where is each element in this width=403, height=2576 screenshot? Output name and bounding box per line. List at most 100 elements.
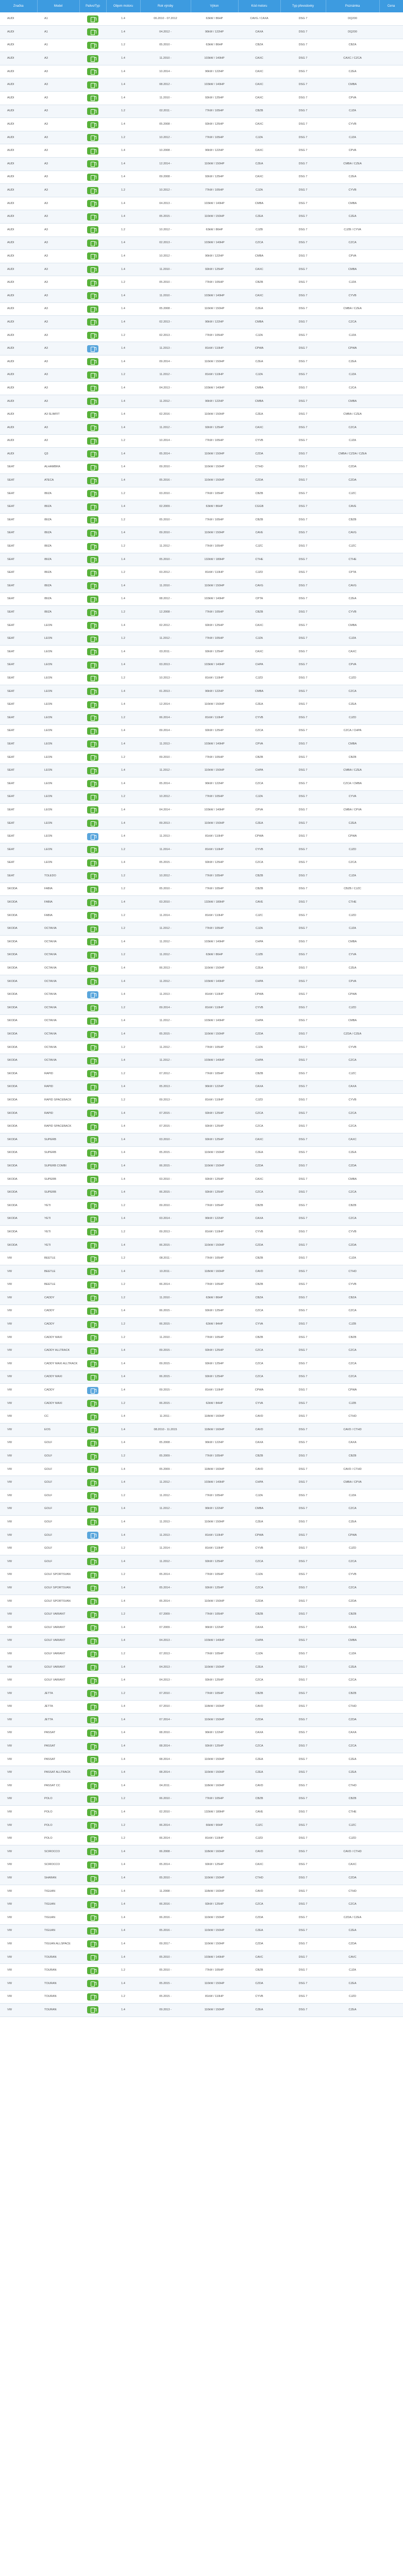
table-cell: CPTA [348,571,357,574]
table-cell: DSG 7 [298,1085,308,1089]
table-row: AUDI A3 1.4 05.2008 -92kW / 125HP CAXC DSG 7C… [0,118,403,131]
column-header[interactable]: Značka [0,0,38,12]
table-row: VW POLO 1.4 02.2010 -132kW / 180HP CAVE DSG 7… [0,1806,403,1819]
table-cell: 90kW / 122HP [205,1625,224,1629]
column-header[interactable]: Model [37,0,80,12]
table-cell: CJZA [349,439,356,443]
table-cell: 90kW / 122HP [205,399,224,403]
table-cell: 81kW / 110HP [205,835,224,838]
model-cell: A3 [44,320,48,324]
table-cell: CJZA [349,1969,356,1972]
table-cell: 10.2012 - [159,135,172,139]
fuel-pump-icon [87,1901,98,1908]
table-cell: CJZA [349,874,356,877]
table-row: SEAT ALHAMBRA 1.4 09.2010 -110kW / 150HP CTH… [0,461,403,474]
table-cell: DSG 7 [298,861,308,865]
column-header[interactable]: Poznámka [326,0,380,12]
table-cell: CZDA [348,1942,357,1945]
model-cell: POLO [44,1823,53,1827]
table-cell [379,856,403,870]
table-cell [379,592,403,606]
table-cell: 92kW / 125HP [205,175,224,179]
table-cell [379,1410,403,1423]
table-cell: CAXC [255,623,263,627]
table-cell: CAVG / CAXA [250,17,268,21]
column-header[interactable]: Cena [379,0,403,12]
brand-cell: VW [7,1573,12,1577]
table-cell [379,1080,403,1094]
table-cell [379,1014,403,1028]
table-cell: DSG 7 [298,755,308,759]
table-cell: 63kW / 86HP [206,17,223,21]
fuel-pump-icon [87,951,98,959]
table-cell: CAVD / CTHD [343,1850,362,1853]
fuel-pump-icon [87,556,98,564]
table-cell: CZEA [348,1771,357,1774]
table-cell: 90kW / 122HP [205,1085,224,1089]
table-cell: DSG 7 [298,1573,308,1577]
model-cell: IBIZA [44,571,52,574]
model-cell: GOLF VARIANT [44,1665,65,1669]
fuel-pump-icon [87,1176,98,1183]
table-cell [379,1304,403,1318]
table-cell: CJZA [349,333,356,337]
table-cell [379,1120,403,1133]
table-cell: 1.4 [121,689,125,693]
column-header[interactable]: Rok výroby [140,0,191,12]
table-cell [379,632,403,646]
table-cell: 07.2012 - [159,1072,172,1075]
model-cell: A3 [44,254,48,258]
table-cell [379,962,403,975]
table-cell [379,580,403,593]
table-cell: DSG 7 [298,307,308,311]
table-cell [379,1898,403,1911]
cng-fuel-icon [87,1386,98,1394]
table-cell: CYVB [348,1230,357,1233]
brand-cell: SEAT [7,689,15,693]
column-header[interactable]: Palivo/Typ [79,0,107,12]
table-cell: CBZB [255,1969,263,1972]
brand-cell: SKODA [7,887,18,891]
column-header[interactable]: Objem motoru [106,0,141,12]
table-cell: CYVB [255,1006,263,1009]
brand-cell: SKODA [7,1177,18,1181]
fuel-pump-icon [87,1373,98,1381]
table-cell: 1.4 [121,993,125,996]
model-cell: TOURAN [44,1981,57,1985]
table-cell: 01.2013 - [159,689,172,693]
model-cell: OCTAVIA [44,979,57,983]
table-cell: CZEA [348,1929,357,1933]
table-cell: CPWA [255,835,264,838]
table-cell: 110kW / 150HP [204,769,225,772]
fuel-pump-icon [87,1360,98,1368]
fuel-type-cell [79,1252,106,1265]
table-cell: CMBA [255,201,264,205]
table-cell: CAXC [255,123,263,126]
table-cell: 08.2010 - [159,1731,172,1735]
table-cell: 1.4 [121,1019,125,1023]
model-cell: A3 [44,201,48,205]
table-cell: CAXC [255,149,263,152]
table-cell: 90kW / 122HP [205,689,224,693]
column-header[interactable]: Kód motoru [238,0,281,12]
table-cell: 92kW / 125HP [205,1125,224,1128]
table-cell: 1.4 [121,399,125,403]
table-cell: 08.2011 - [159,1257,172,1260]
fuel-type-cell [79,1674,106,1687]
table-cell: 1.4 [121,769,125,772]
fuel-type-cell [79,646,106,659]
model-cell: TOURAN [44,2008,57,2011]
table-cell: CAXC [255,1177,263,1181]
table-cell: 06.2015 - [159,1323,172,1326]
table-cell: CJZD [348,1837,357,1840]
table-cell [379,1674,403,1687]
vehicle-application-table: Značka Model Palivo/Typ Objem motoru Rok výr… [0,0,403,2017]
fuel-type-cell [79,1331,106,1344]
column-header[interactable]: Typ převodovky [280,0,326,12]
model-cell: RAPID SPACEBACK [44,1125,72,1128]
column-header[interactable]: Výkon [191,0,239,12]
table-cell: DSG 7 [298,123,308,126]
table-cell [379,514,403,527]
table-cell: 1.4 [121,1111,125,1115]
table-cell: CZCA [348,1586,357,1589]
